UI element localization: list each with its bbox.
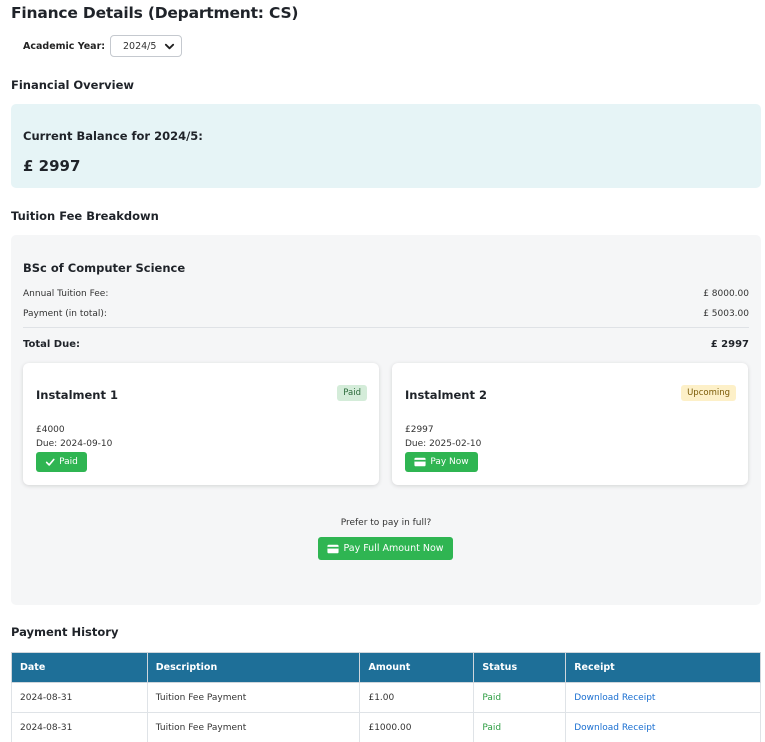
table-header-row: Date Description Amount Status Receipt: [11, 652, 761, 683]
instalment-amount: £2997: [405, 425, 434, 435]
payment-total-label: Payment (in total):: [23, 309, 107, 319]
check-icon: [45, 458, 55, 466]
payment-total-row: Payment (in total): £ 5003.00: [23, 309, 749, 319]
status-badge: Upcoming: [681, 385, 736, 401]
pay-now-button[interactable]: Pay Now: [405, 452, 478, 472]
payment-date: 2024-08-31: [11, 682, 148, 713]
pay-now-button-label: Pay Now: [430, 457, 469, 467]
instalment-card-2: Instalment 2 Upcoming £2997 Due: 2025-02…: [392, 363, 748, 485]
payment-amount: £1.00: [359, 682, 475, 713]
balance-value: £ 2997: [23, 157, 81, 175]
instalment-amount: £4000: [36, 425, 65, 435]
column-header-receipt: Receipt: [565, 652, 761, 683]
payment-history-table: Date Description Amount Status Receipt 2…: [11, 652, 761, 742]
instalment-title: Instalment 1: [36, 388, 118, 402]
payment-total-value: £ 5003.00: [703, 309, 749, 319]
column-header-amount: Amount: [359, 652, 475, 683]
payment-status: Paid: [473, 682, 567, 713]
pay-full-amount-label: Pay Full Amount Now: [343, 543, 444, 554]
payment-amount: £1000.00: [359, 712, 475, 742]
payment-history-heading: Payment History: [11, 625, 119, 639]
pay-full-amount-button[interactable]: Pay Full Amount Now: [318, 537, 453, 560]
paid-button[interactable]: Paid: [36, 452, 87, 472]
academic-year-label: Academic Year:: [23, 40, 106, 52]
payment-date: 2024-08-31: [11, 712, 148, 742]
balance-label: Current Balance for 2024/5:: [23, 129, 203, 143]
financial-overview-heading: Financial Overview: [11, 78, 135, 92]
credit-card-icon: [327, 544, 340, 553]
divider: [23, 327, 749, 328]
page-title: Finance Details (Department: CS): [11, 4, 299, 22]
instalment-due-date: Due: 2025-02-10: [405, 439, 482, 449]
column-header-date: Date: [11, 652, 148, 683]
credit-card-icon: [414, 457, 426, 467]
total-due-row: Total Due: £ 2997: [23, 339, 749, 350]
academic-year-select[interactable]: 2024/5: [110, 35, 182, 57]
annual-fee-label: Annual Tuition Fee:: [23, 289, 109, 299]
balance-card: Current Balance for 2024/5: £ 2997: [11, 104, 761, 188]
annual-fee-value: £ 8000.00: [703, 289, 749, 299]
payment-description: Tuition Fee Payment: [146, 682, 361, 713]
total-due-value: £ 2997: [710, 339, 749, 350]
annual-fee-row: Annual Tuition Fee: £ 8000.00: [23, 289, 749, 299]
program-name: BSc of Computer Science: [23, 261, 186, 275]
status-badge: Paid: [337, 385, 367, 401]
table-row: 2024-08-31 Tuition Fee Payment £1000.00 …: [11, 712, 761, 742]
column-header-status: Status: [473, 652, 567, 683]
pay-in-full-prompt: Prefer to pay in full?: [340, 518, 432, 528]
payment-status: Paid: [473, 712, 567, 742]
receipt-cell: Download Receipt: [565, 682, 761, 713]
total-due-label: Total Due:: [23, 339, 81, 350]
download-receipt-link[interactable]: Download Receipt: [574, 693, 655, 703]
table-row: 2024-08-31 Tuition Fee Payment £1.00 Pai…: [11, 682, 761, 713]
tuition-breakdown-heading: Tuition Fee Breakdown: [11, 209, 159, 223]
instalment-title: Instalment 2: [405, 388, 487, 402]
instalment-card-1: Instalment 1 Paid £4000 Due: 2024-09-10 …: [23, 363, 379, 485]
chevron-down-icon: [164, 43, 175, 50]
instalment-due-date: Due: 2024-09-10: [36, 439, 113, 449]
receipt-cell: Download Receipt: [565, 712, 761, 742]
tuition-breakdown-panel: BSc of Computer Science Annual Tuition F…: [11, 235, 761, 605]
payment-description: Tuition Fee Payment: [146, 712, 361, 742]
paid-button-label: Paid: [59, 457, 78, 467]
download-receipt-link[interactable]: Download Receipt: [574, 723, 655, 733]
academic-year-row: Academic Year: 2024/5: [23, 35, 182, 57]
academic-year-value: 2024/5: [123, 40, 157, 52]
column-header-description: Description: [146, 652, 361, 683]
